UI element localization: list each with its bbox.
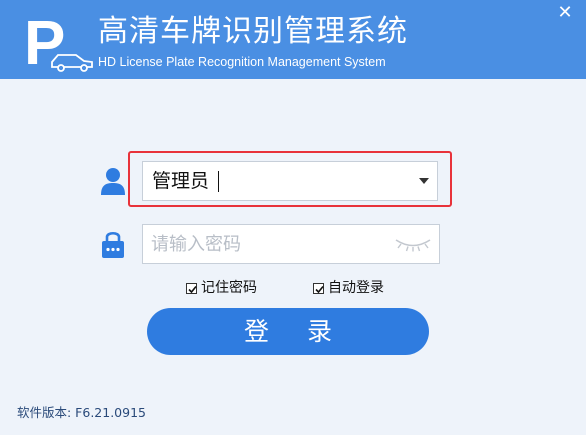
lock-icon [102,231,124,258]
version-label: 软件版本: F6.21.0915 [17,405,146,420]
password-placeholder: 请输入密码 [151,234,241,255]
user-select[interactable]: 管理员 [142,161,438,201]
app-title: 高清车牌识别管理系统 [98,14,408,49]
checkbox-checked-icon [186,282,197,294]
app-subtitle: HD License Plate Recognition Management … [98,55,386,69]
chevron-down-icon[interactable] [419,177,429,185]
close-button[interactable]: ✕ [554,2,576,24]
login-window: P 高清车牌识别管理系统 HD License Plate Recognitio… [0,0,586,435]
checkbox-checked-icon [313,282,324,294]
user-select-value: 管理员 [152,170,210,192]
auto-login-checkbox[interactable]: 自动登录 [313,279,384,297]
text-cursor [218,171,219,192]
user-icon [101,168,125,195]
login-button[interactable]: 登录 [147,308,429,355]
remember-password-label: 记住密码 [201,280,257,296]
logo-letter: P [24,10,65,72]
title-bar: P 高清车牌识别管理系统 HD License Plate Recognitio… [0,0,586,79]
password-input[interactable]: 请输入密码 [142,224,440,264]
remember-password-checkbox[interactable]: 记住密码 [186,279,257,297]
app-logo: P [24,10,93,72]
eye-closed-icon[interactable] [393,235,433,253]
auto-login-label: 自动登录 [328,280,384,296]
